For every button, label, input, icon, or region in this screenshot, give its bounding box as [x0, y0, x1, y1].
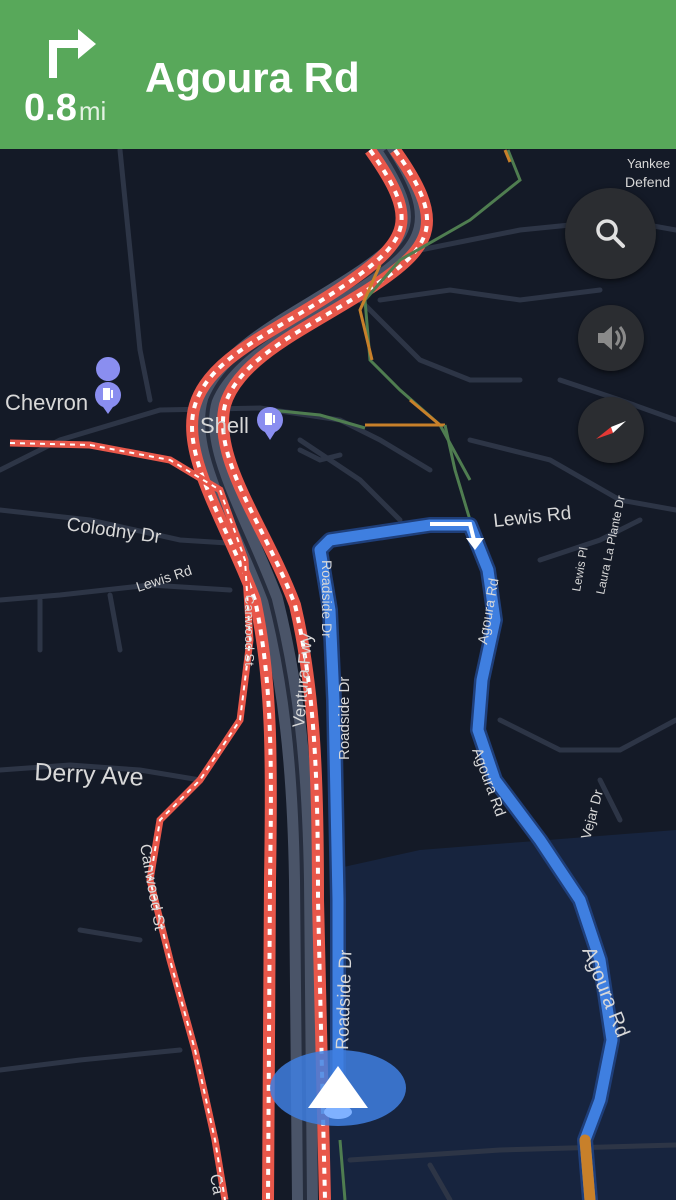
label-shell: Shell	[200, 413, 249, 438]
distance-value: 0.8	[24, 87, 77, 129]
search-icon	[596, 219, 625, 248]
label-laura-la-plante-dr: Laura La Plante Dr	[593, 494, 628, 595]
distance-unit: mi	[78, 96, 107, 126]
navigation-banner[interactable]: 0.8mi Agoura Rd	[0, 0, 676, 149]
label-roadside-dr-lower: Roadside Dr	[332, 949, 355, 1050]
compass-button[interactable]	[578, 397, 644, 463]
turn-right-arrow-icon	[49, 29, 96, 78]
search-button[interactable]	[565, 188, 656, 279]
label-canwood-st-lower: Canwood St	[136, 843, 168, 932]
current-location-marker	[270, 1050, 406, 1126]
poi-chevron[interactable]	[95, 357, 121, 414]
label-lewis-rd-left: Lewis Rd	[134, 562, 194, 595]
compass-icon	[596, 421, 626, 439]
sound-button[interactable]	[578, 305, 644, 371]
distance-to-turn: 0.8mi	[24, 86, 106, 133]
label-canwood-st-upper: Canwood St	[242, 595, 257, 666]
poi-shell[interactable]	[257, 407, 283, 440]
label-vejar-dr: Vejar Dr	[577, 787, 606, 840]
label-chevron: Chevron	[5, 390, 88, 415]
speaker-icon	[598, 326, 626, 350]
label-canwood-bottom: Ca	[206, 1173, 226, 1196]
label-lewis-pl: Lewis Pl	[569, 546, 591, 592]
label-derry-ave: Derry Ave	[34, 758, 145, 792]
map-view[interactable]: Chevron Shell Colodny Dr Lewis Rd Lewis …	[0, 149, 676, 1200]
next-street-name: Agoura Rd	[145, 54, 360, 101]
label-yankee: Yankee	[627, 156, 670, 171]
label-lewis-rd-right: Lewis Rd	[492, 503, 572, 532]
label-roadside-dr-mid: Roadside Dr	[336, 677, 353, 760]
label-colodny-dr: Colodny Dr	[65, 514, 163, 548]
label-roadside-dr-upper: Roadside Dr	[319, 560, 335, 638]
